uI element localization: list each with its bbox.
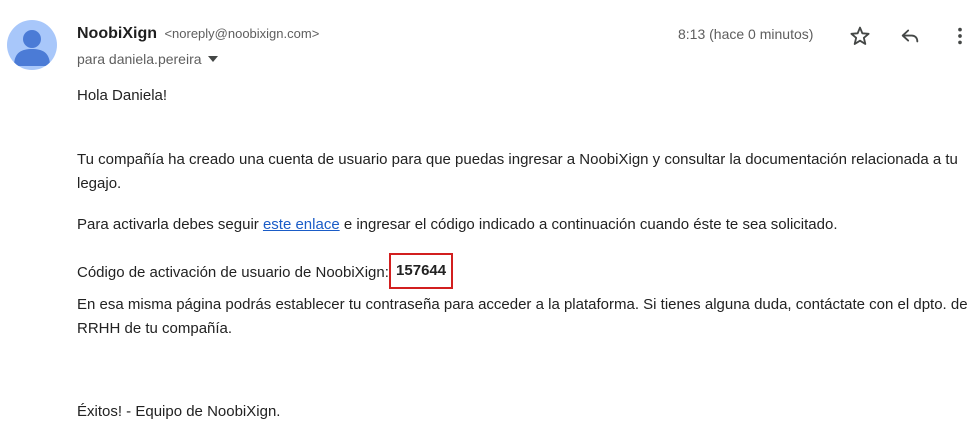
more-vert-icon <box>958 27 962 45</box>
caret-down-icon[interactable] <box>207 56 218 62</box>
sender-name: NoobiXign <box>77 25 157 42</box>
sender-line: NoobiXign <noreply@noobixign.com> <box>77 24 319 44</box>
sender-email: <noreply@noobixign.com> <box>164 26 320 41</box>
recipient-line: para daniela.pereira <box>77 49 218 69</box>
activation-text-before: Para activarla debes seguir <box>77 216 263 233</box>
star-icon <box>850 26 870 45</box>
activation-code-paragraph: Código de activación de usuario de Noobi… <box>77 253 972 291</box>
info-paragraph: En esa misma página podrás establecer tu… <box>77 296 968 337</box>
activation-code-label: Código de activación de usuario de Noobi… <box>77 263 394 281</box>
person-avatar-icon <box>14 30 50 66</box>
reply-button[interactable] <box>898 24 922 48</box>
intro-paragraph: Tu compañía ha creado una cuenta de usua… <box>77 151 958 192</box>
reply-icon <box>901 29 919 43</box>
more-options-button[interactable] <box>948 24 972 48</box>
activation-text-after: e ingresar el código indicado a continua… <box>339 216 838 233</box>
recipient-text: para daniela.pereira <box>77 51 202 67</box>
star-button[interactable] <box>848 24 872 48</box>
signoff-text: Éxitos! - Equipo de NoobiXign. <box>77 403 281 420</box>
greeting-text: Hola Daniela! <box>77 87 168 104</box>
activation-paragraph: Para activarla debes seguir este enlace … <box>77 213 972 237</box>
email-timestamp: 8:13 (hace 0 minutos) <box>678 26 814 42</box>
activation-code: 157644 <box>389 253 454 289</box>
activation-link[interactable]: este enlace <box>263 216 340 233</box>
sender-avatar <box>7 20 57 70</box>
